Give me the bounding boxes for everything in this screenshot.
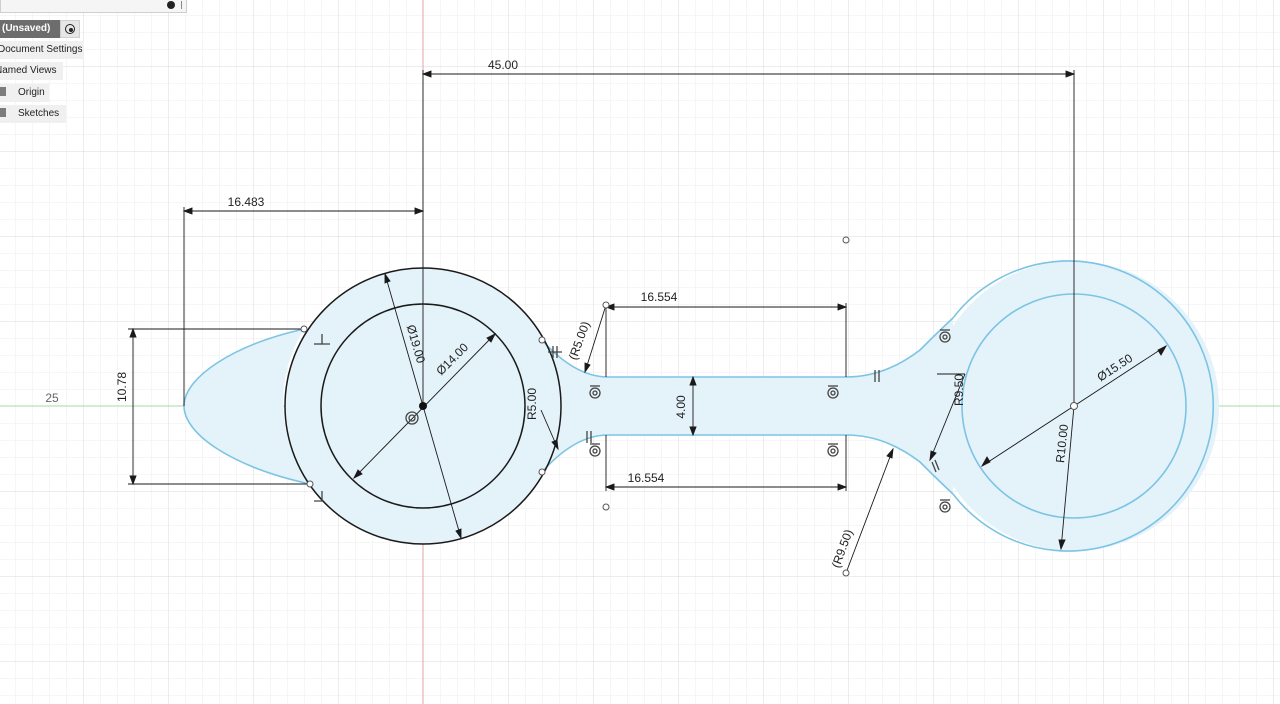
dim-overall-length: 45.00: [488, 58, 518, 72]
browser-item-label: Named Views: [0, 65, 57, 76]
browser-root-node[interactable]: (Unsaved): [0, 20, 60, 38]
browser-item-origin[interactable]: Origin: [0, 84, 49, 102]
browser-item-label: Sketches: [18, 108, 60, 119]
axis-label: 25: [45, 391, 59, 405]
browser-item-named-views[interactable]: Named Views: [0, 62, 63, 80]
browser-item-sketches[interactable]: Sketches: [0, 105, 66, 123]
browser-header: [0, 0, 187, 13]
dim-fillet-r5: R5.00: [525, 388, 539, 420]
dim-handle-width: 4.00: [674, 395, 688, 419]
folder-icon: [0, 87, 6, 96]
folder-icon: [0, 108, 6, 117]
origin-point[interactable]: [419, 402, 427, 410]
sketch-canvas[interactable]: 25 45.00 16.483 10.78 Ø19.00 Ø14.00 R5.0…: [0, 0, 1280, 704]
dim-handle-len-top: 16.554: [641, 290, 678, 304]
activate-radio-button[interactable]: [60, 20, 80, 38]
dim-tail-length: 16.483: [228, 195, 265, 209]
browser-item-label: Document Settings: [0, 44, 83, 55]
browser-item-label: Origin: [18, 87, 45, 98]
visibility-icon[interactable]: [167, 1, 175, 9]
dim-tail-width: 10.78: [115, 372, 129, 402]
radio-icon: [65, 24, 75, 34]
dim-handle-len-bottom: 16.554: [628, 471, 665, 485]
browser-item-document-settings[interactable]: Document Settings: [0, 41, 84, 59]
dim-fillet-r950: R9.50: [952, 374, 966, 406]
panel-grip-icon[interactable]: [181, 1, 182, 9]
